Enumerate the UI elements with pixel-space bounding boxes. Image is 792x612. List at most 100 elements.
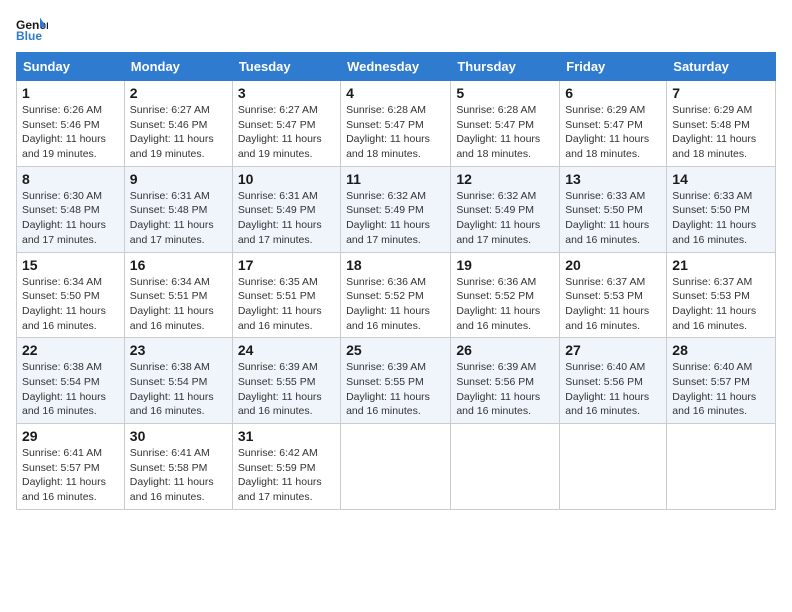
day-info: Sunrise: 6:34 AMSunset: 5:50 PMDaylight:… [22,276,106,332]
day-number: 10 [238,171,335,187]
day-number: 13 [565,171,661,187]
day-info: Sunrise: 6:40 AMSunset: 5:57 PMDaylight:… [672,361,756,417]
day-number: 11 [346,171,445,187]
logo-icon: General Blue [16,16,48,44]
calendar-cell: 27 Sunrise: 6:40 AMSunset: 5:56 PMDaylig… [560,338,667,424]
calendar-cell: 15 Sunrise: 6:34 AMSunset: 5:50 PMDaylig… [17,252,125,338]
day-info: Sunrise: 6:36 AMSunset: 5:52 PMDaylight:… [346,276,430,332]
header-monday: Monday [124,53,232,81]
day-number: 18 [346,257,445,273]
day-info: Sunrise: 6:32 AMSunset: 5:49 PMDaylight:… [346,190,430,246]
day-info: Sunrise: 6:34 AMSunset: 5:51 PMDaylight:… [130,276,214,332]
calendar-cell: 19 Sunrise: 6:36 AMSunset: 5:52 PMDaylig… [451,252,560,338]
calendar-cell: 7 Sunrise: 6:29 AMSunset: 5:48 PMDayligh… [667,81,776,167]
day-number: 3 [238,85,335,101]
day-info: Sunrise: 6:31 AMSunset: 5:49 PMDaylight:… [238,190,322,246]
day-info: Sunrise: 6:31 AMSunset: 5:48 PMDaylight:… [130,190,214,246]
calendar-cell: 3 Sunrise: 6:27 AMSunset: 5:47 PMDayligh… [232,81,340,167]
calendar-cell: 9 Sunrise: 6:31 AMSunset: 5:48 PMDayligh… [124,166,232,252]
day-number: 8 [22,171,119,187]
day-info: Sunrise: 6:29 AMSunset: 5:48 PMDaylight:… [672,104,756,160]
calendar-cell [451,424,560,510]
day-info: Sunrise: 6:27 AMSunset: 5:46 PMDaylight:… [130,104,214,160]
calendar-cell [341,424,451,510]
day-number: 24 [238,342,335,358]
calendar-cell: 16 Sunrise: 6:34 AMSunset: 5:51 PMDaylig… [124,252,232,338]
day-info: Sunrise: 6:27 AMSunset: 5:47 PMDaylight:… [238,104,322,160]
calendar-cell: 25 Sunrise: 6:39 AMSunset: 5:55 PMDaylig… [341,338,451,424]
calendar-cell: 2 Sunrise: 6:27 AMSunset: 5:46 PMDayligh… [124,81,232,167]
day-number: 26 [456,342,554,358]
calendar-cell: 11 Sunrise: 6:32 AMSunset: 5:49 PMDaylig… [341,166,451,252]
day-info: Sunrise: 6:26 AMSunset: 5:46 PMDaylight:… [22,104,106,160]
day-info: Sunrise: 6:37 AMSunset: 5:53 PMDaylight:… [672,276,756,332]
day-info: Sunrise: 6:41 AMSunset: 5:57 PMDaylight:… [22,447,106,503]
day-number: 7 [672,85,770,101]
calendar-cell: 5 Sunrise: 6:28 AMSunset: 5:47 PMDayligh… [451,81,560,167]
header-wednesday: Wednesday [341,53,451,81]
calendar-week-2: 8 Sunrise: 6:30 AMSunset: 5:48 PMDayligh… [17,166,776,252]
header-saturday: Saturday [667,53,776,81]
day-info: Sunrise: 6:28 AMSunset: 5:47 PMDaylight:… [346,104,430,160]
calendar-cell: 23 Sunrise: 6:38 AMSunset: 5:54 PMDaylig… [124,338,232,424]
calendar-cell: 20 Sunrise: 6:37 AMSunset: 5:53 PMDaylig… [560,252,667,338]
day-number: 14 [672,171,770,187]
day-info: Sunrise: 6:39 AMSunset: 5:55 PMDaylight:… [238,361,322,417]
day-number: 23 [130,342,227,358]
day-info: Sunrise: 6:28 AMSunset: 5:47 PMDaylight:… [456,104,540,160]
calendar-cell: 4 Sunrise: 6:28 AMSunset: 5:47 PMDayligh… [341,81,451,167]
day-number: 1 [22,85,119,101]
calendar-cell: 18 Sunrise: 6:36 AMSunset: 5:52 PMDaylig… [341,252,451,338]
day-number: 12 [456,171,554,187]
calendar-cell: 6 Sunrise: 6:29 AMSunset: 5:47 PMDayligh… [560,81,667,167]
page-header: General Blue [16,16,776,44]
day-number: 19 [456,257,554,273]
logo: General Blue [16,16,54,44]
calendar-week-5: 29 Sunrise: 6:41 AMSunset: 5:57 PMDaylig… [17,424,776,510]
day-info: Sunrise: 6:39 AMSunset: 5:55 PMDaylight:… [346,361,430,417]
day-number: 15 [22,257,119,273]
day-number: 2 [130,85,227,101]
day-info: Sunrise: 6:40 AMSunset: 5:56 PMDaylight:… [565,361,649,417]
calendar-cell: 21 Sunrise: 6:37 AMSunset: 5:53 PMDaylig… [667,252,776,338]
day-info: Sunrise: 6:41 AMSunset: 5:58 PMDaylight:… [130,447,214,503]
day-info: Sunrise: 6:37 AMSunset: 5:53 PMDaylight:… [565,276,649,332]
day-number: 30 [130,428,227,444]
calendar-cell: 26 Sunrise: 6:39 AMSunset: 5:56 PMDaylig… [451,338,560,424]
day-number: 21 [672,257,770,273]
day-number: 28 [672,342,770,358]
calendar-week-4: 22 Sunrise: 6:38 AMSunset: 5:54 PMDaylig… [17,338,776,424]
day-info: Sunrise: 6:35 AMSunset: 5:51 PMDaylight:… [238,276,322,332]
calendar-header-row: SundayMondayTuesdayWednesdayThursdayFrid… [17,53,776,81]
calendar-cell: 22 Sunrise: 6:38 AMSunset: 5:54 PMDaylig… [17,338,125,424]
calendar-cell: 30 Sunrise: 6:41 AMSunset: 5:58 PMDaylig… [124,424,232,510]
day-info: Sunrise: 6:29 AMSunset: 5:47 PMDaylight:… [565,104,649,160]
calendar-cell: 8 Sunrise: 6:30 AMSunset: 5:48 PMDayligh… [17,166,125,252]
calendar-week-1: 1 Sunrise: 6:26 AMSunset: 5:46 PMDayligh… [17,81,776,167]
calendar-cell: 29 Sunrise: 6:41 AMSunset: 5:57 PMDaylig… [17,424,125,510]
header-sunday: Sunday [17,53,125,81]
day-number: 31 [238,428,335,444]
day-info: Sunrise: 6:38 AMSunset: 5:54 PMDaylight:… [22,361,106,417]
day-number: 16 [130,257,227,273]
day-number: 20 [565,257,661,273]
svg-text:Blue: Blue [16,29,42,43]
calendar-cell: 31 Sunrise: 6:42 AMSunset: 5:59 PMDaylig… [232,424,340,510]
calendar-cell: 12 Sunrise: 6:32 AMSunset: 5:49 PMDaylig… [451,166,560,252]
day-number: 9 [130,171,227,187]
calendar-cell: 28 Sunrise: 6:40 AMSunset: 5:57 PMDaylig… [667,338,776,424]
calendar-table: SundayMondayTuesdayWednesdayThursdayFrid… [16,52,776,510]
calendar-cell: 1 Sunrise: 6:26 AMSunset: 5:46 PMDayligh… [17,81,125,167]
calendar-cell: 13 Sunrise: 6:33 AMSunset: 5:50 PMDaylig… [560,166,667,252]
day-number: 17 [238,257,335,273]
day-info: Sunrise: 6:39 AMSunset: 5:56 PMDaylight:… [456,361,540,417]
day-number: 27 [565,342,661,358]
day-number: 4 [346,85,445,101]
calendar-week-3: 15 Sunrise: 6:34 AMSunset: 5:50 PMDaylig… [17,252,776,338]
calendar-cell: 14 Sunrise: 6:33 AMSunset: 5:50 PMDaylig… [667,166,776,252]
day-info: Sunrise: 6:33 AMSunset: 5:50 PMDaylight:… [565,190,649,246]
day-info: Sunrise: 6:36 AMSunset: 5:52 PMDaylight:… [456,276,540,332]
header-thursday: Thursday [451,53,560,81]
calendar-cell [667,424,776,510]
day-info: Sunrise: 6:32 AMSunset: 5:49 PMDaylight:… [456,190,540,246]
